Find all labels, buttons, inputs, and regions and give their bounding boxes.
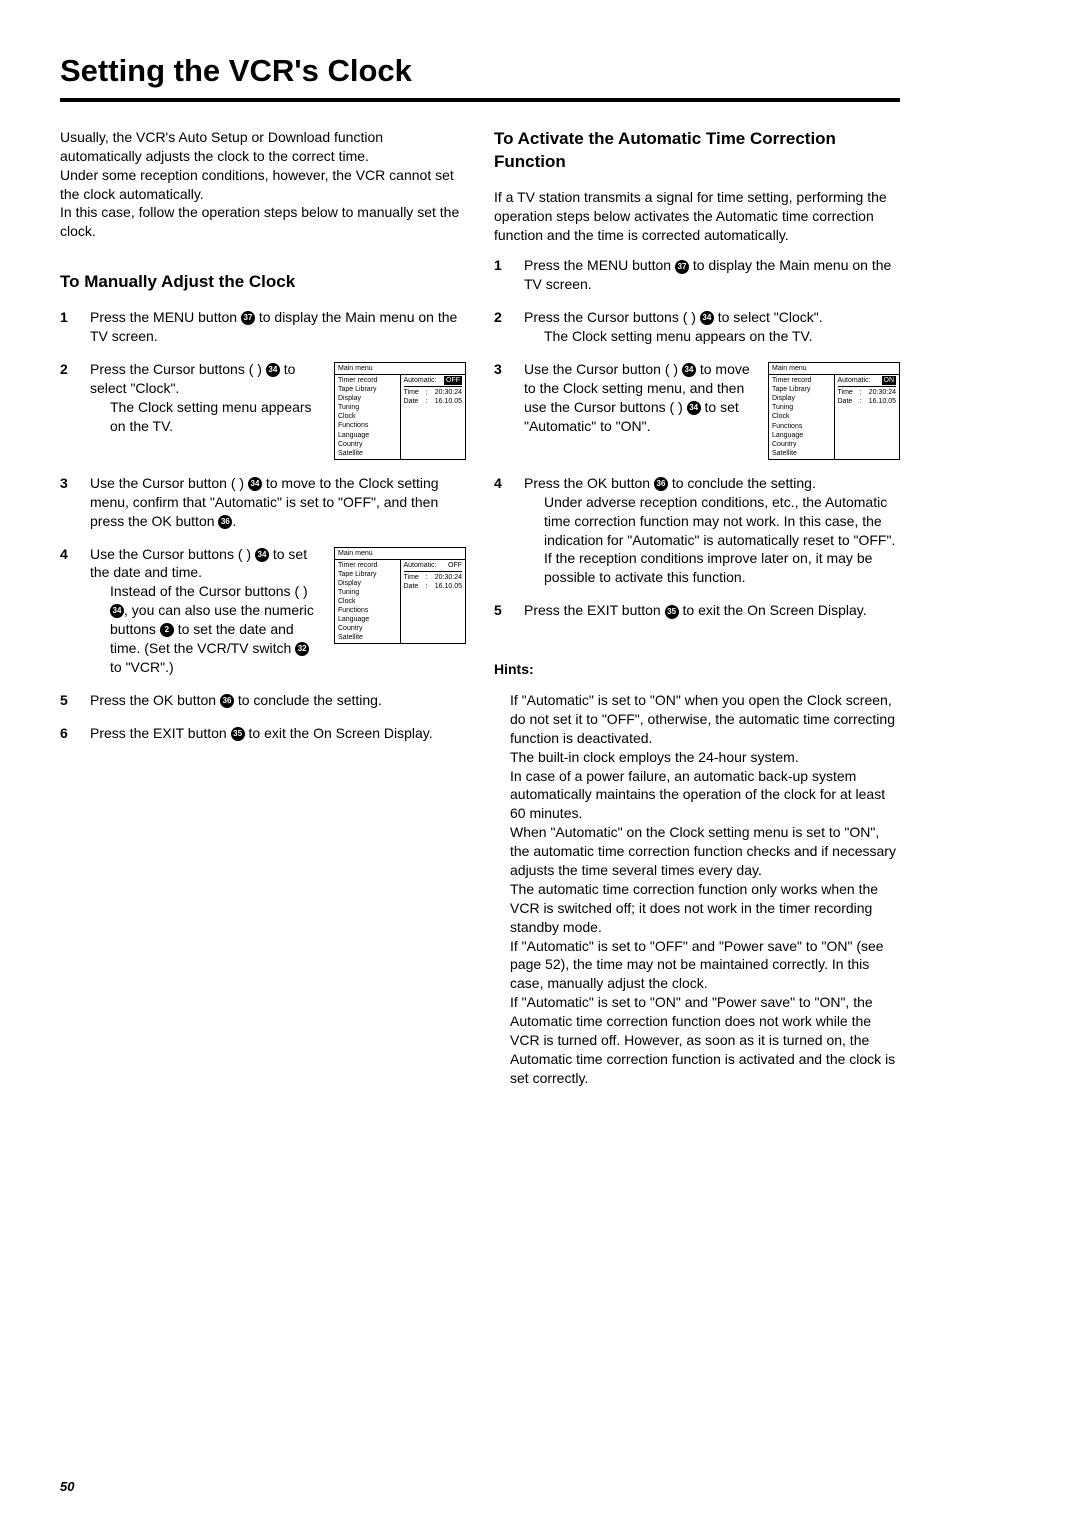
osd-clock-off-2: Main menu Timer recordTape LibraryDispla… (334, 547, 466, 645)
page-title: Setting the VCR's Clock (60, 50, 900, 92)
ref-37-icon: 37 (675, 260, 689, 274)
left-column: Usually, the VCR's Auto Setup or Downloa… (60, 128, 466, 1088)
page-number: 50 (60, 1478, 74, 1496)
intro-para: Usually, the VCR's Auto Setup or Downloa… (60, 128, 466, 241)
hints-title: Hints: (494, 660, 900, 679)
ref-2-icon: 2 (160, 623, 174, 637)
ref-34-icon: 34 (682, 363, 696, 377)
ref-34-icon: 34 (266, 363, 280, 377)
ref-37-icon: 37 (241, 311, 255, 325)
heading-manual: To Manually Adjust the Clock (60, 271, 466, 294)
ref-36-icon: 36 (220, 694, 234, 708)
hints-block: If "Automatic" is set to "ON" when you o… (510, 691, 900, 1088)
ref-32-icon: 32 (295, 642, 309, 656)
title-rule (60, 98, 900, 102)
intro-auto: If a TV station transmits a signal for t… (494, 188, 900, 245)
ref-35-icon: 35 (231, 727, 245, 741)
right-column: To Activate the Automatic Time Correctio… (494, 128, 900, 1088)
ref-34-icon: 34 (700, 311, 714, 325)
heading-auto: To Activate the Automatic Time Correctio… (494, 128, 900, 174)
ref-34-icon: 34 (110, 604, 124, 618)
ref-35-icon: 35 (665, 605, 679, 619)
ref-36-icon: 36 (654, 477, 668, 491)
ref-34-icon: 34 (248, 477, 262, 491)
osd-clock-off-1: Main menu Timer recordTape LibraryDispla… (334, 362, 466, 460)
osd-clock-on: Main menu Timer recordTape LibraryDispla… (768, 362, 900, 460)
ref-34-icon: 34 (255, 548, 269, 562)
steps-manual: Press the MENU button 37 to display the … (60, 308, 466, 742)
steps-auto: Press the MENU button 37 to display the … (494, 256, 900, 620)
ref-36-icon: 36 (218, 515, 232, 529)
ref-34-icon: 34 (687, 401, 701, 415)
